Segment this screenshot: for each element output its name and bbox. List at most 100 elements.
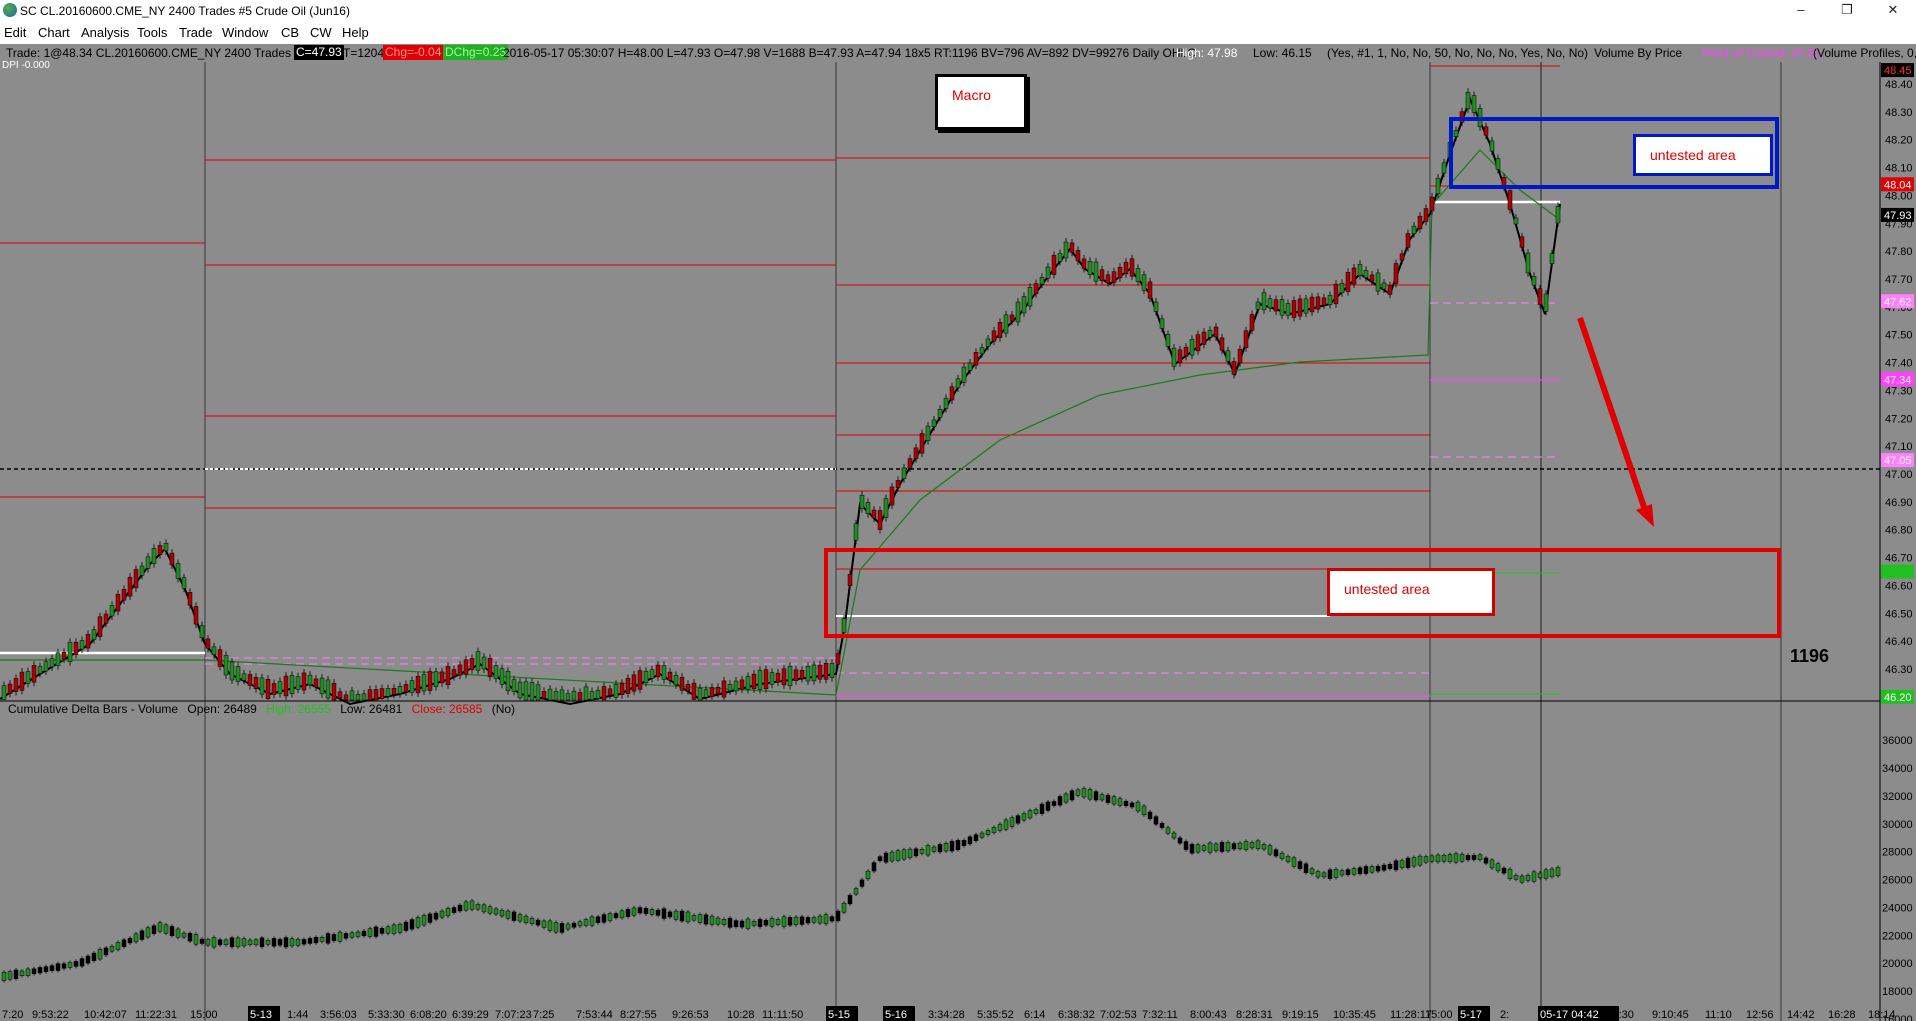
delta-candle: [49, 965, 55, 971]
price-candle: [253, 676, 259, 690]
price-chart[interactable]: 48.4548.4048.3048.2048.1048.0047.9047.80…: [0, 62, 1916, 1021]
price-candle: [679, 676, 685, 691]
price-candle: [163, 543, 169, 551]
delta-candle: [61, 963, 67, 969]
price-candle: [445, 666, 451, 686]
price-marker-label: 48.04: [1884, 179, 1912, 191]
delta-candle: [535, 919, 541, 926]
price-candle: [937, 408, 943, 418]
delta-candle: [793, 916, 799, 925]
price-candle: [25, 671, 31, 684]
delta-candle: [565, 923, 571, 930]
price-candle: [625, 678, 631, 694]
menu-trade[interactable]: Trade: [179, 25, 212, 40]
delta-candle: [55, 963, 61, 971]
delta-candle: [1111, 796, 1117, 805]
price-candle: [385, 688, 391, 697]
price-candle: [523, 681, 529, 701]
price-candle: [271, 683, 277, 695]
info-low: Low: 46.15: [1253, 46, 1312, 60]
menu-analysis[interactable]: Analysis: [81, 25, 129, 40]
delta-candle: [1177, 837, 1183, 844]
untested-area-bottom-note[interactable]: untested area: [1327, 568, 1495, 616]
time-tick-label: 2:: [1500, 1009, 1509, 1021]
price-candle: [97, 616, 103, 637]
menu-cb[interactable]: CB: [281, 25, 299, 40]
price-candle: [169, 552, 175, 566]
time-tick-label: 15:00: [1425, 1009, 1453, 1021]
price-candle: [985, 338, 991, 347]
minimize-button[interactable]: –: [1778, 0, 1824, 22]
price-candle: [1141, 274, 1147, 291]
price-candle: [1429, 196, 1435, 212]
price-tick-label: 47.20: [1885, 413, 1913, 425]
info-params: (Yes, #1, 1, No, No, 50, No, No, No, Yes…: [1327, 46, 1589, 60]
time-tick-label: 7:53:44: [576, 1009, 613, 1021]
delta-candle: [1099, 794, 1105, 801]
menu-tools[interactable]: Tools: [137, 25, 167, 40]
count-label: 1196: [1790, 646, 1830, 666]
delta-candle: [1507, 868, 1513, 880]
delta-candle: [205, 939, 211, 946]
macro-note[interactable]: Macro: [935, 74, 1027, 130]
price-candle: [1207, 330, 1213, 338]
delta-candle: [301, 939, 307, 945]
price-candle: [889, 486, 895, 506]
delta-candle: [931, 846, 937, 852]
price-candle: [589, 691, 595, 700]
untested-area-top-note[interactable]: untested area: [1633, 134, 1773, 176]
price-candle: [79, 640, 85, 650]
maximize-button[interactable]: ❐: [1824, 0, 1870, 22]
delta-candle: [271, 938, 277, 947]
delta-candle: [1141, 805, 1147, 816]
delta-low: Low: 26481: [340, 702, 403, 716]
delta-candle: [1021, 813, 1027, 821]
price-candle: [1045, 266, 1051, 279]
delta-candle: [211, 937, 217, 948]
delta-candle: [1501, 867, 1507, 874]
delta-candle: [349, 932, 355, 938]
delta-candles: [1, 786, 1561, 983]
close-button[interactable]: ✕: [1870, 0, 1916, 22]
menu-edit[interactable]: Edit: [4, 25, 26, 40]
price-candle: [355, 694, 361, 701]
delta-candle: [1183, 841, 1189, 850]
price-candle: [949, 386, 955, 401]
price-candle: [145, 556, 151, 569]
menu-help[interactable]: Help: [342, 25, 369, 40]
price-candle: [1123, 261, 1129, 275]
time-tick-label: 10:35:45: [1333, 1009, 1376, 1021]
price-tick-label: 47.50: [1885, 330, 1913, 342]
price-candle: [289, 675, 295, 694]
menu-cw[interactable]: CW: [310, 25, 332, 40]
price-candle: [1273, 299, 1279, 312]
price-candle: [673, 674, 679, 686]
delta-candle: [331, 934, 337, 942]
delta-candle: [1345, 869, 1351, 875]
price-candle: [1423, 208, 1429, 222]
price-candle: [217, 649, 223, 667]
delta-candle: [265, 940, 271, 945]
delta-candle: [967, 836, 973, 845]
price-candle: [1399, 253, 1405, 261]
price-candle: [1303, 298, 1309, 314]
price-candle: [127, 576, 133, 597]
menu-chart[interactable]: Chart: [38, 25, 70, 40]
price-candle: [439, 671, 445, 684]
info-vp: (Volume Profiles, 0, 1: [1813, 46, 1916, 60]
delta-candle: [1459, 853, 1465, 862]
info-poc: Point of Control: 47.81: [1702, 46, 1822, 60]
delta-candle: [1009, 817, 1015, 827]
price-candle: [493, 665, 499, 679]
price-candle: [1183, 346, 1189, 357]
price-candle: [1021, 296, 1027, 314]
price-candle: [775, 672, 781, 683]
price-candle: [595, 689, 601, 699]
menu-window[interactable]: Window: [222, 25, 268, 40]
untested-area-bottom-box: [824, 548, 1781, 638]
price-candle: [187, 592, 193, 606]
price-candle: [1165, 334, 1171, 347]
info-stats: 2016-05-17 05:30:07 H=48.00 L=47.93 O=47…: [503, 46, 1196, 60]
price-candle: [823, 663, 829, 680]
delta-candle: [775, 919, 781, 925]
